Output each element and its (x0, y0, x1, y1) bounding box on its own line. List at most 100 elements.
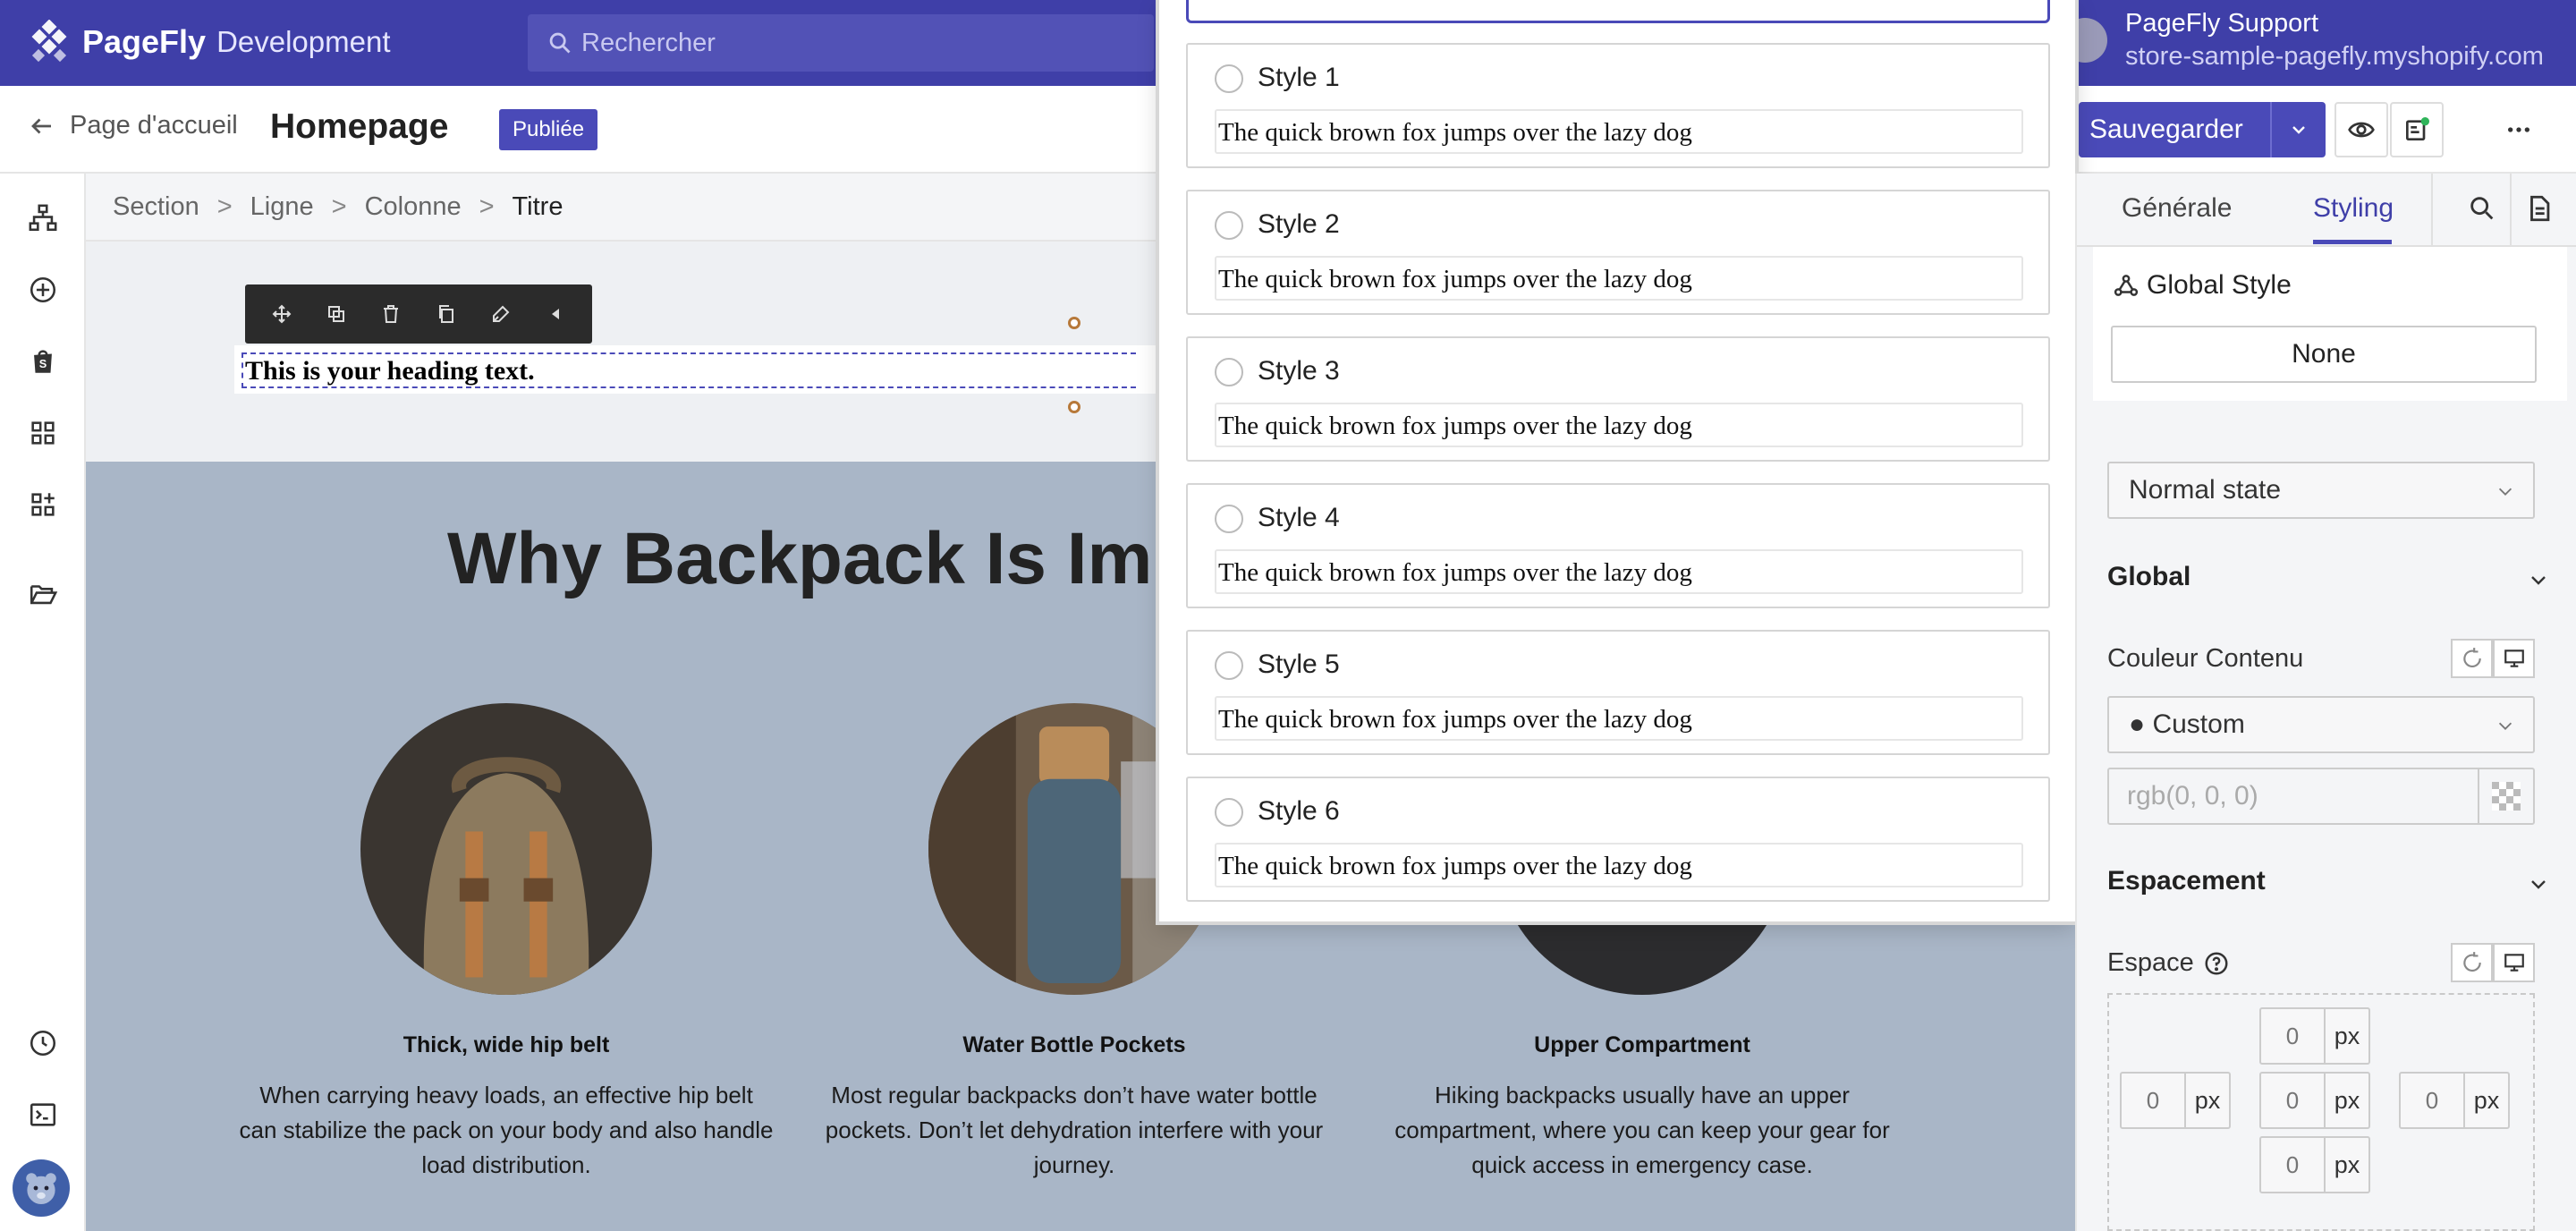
document-icon (2530, 195, 2550, 222)
transparent-swatch-icon (2492, 782, 2521, 811)
padding-input[interactable] (2261, 1074, 2324, 1127)
margin-top-input[interactable] (2261, 1009, 2324, 1063)
eye-icon (2348, 122, 2375, 138)
account-menu[interactable]: PageFly Support store-sample-pagefly.mys… (2063, 9, 2544, 72)
state-select[interactable]: Normal state (2107, 462, 2535, 519)
feature-title: Upper Compartment (1534, 1032, 1750, 1057)
global-section-header[interactable]: Global (2107, 562, 2555, 592)
chevron-right-icon: > (216, 191, 233, 221)
resize-handle-top[interactable] (1068, 317, 1080, 329)
style-option[interactable]: Style 2 The quick brown fox jumps over t… (1186, 190, 2050, 315)
chevron-down-icon (2498, 488, 2512, 496)
color-value-field (2107, 768, 2535, 825)
style-radio[interactable] (1215, 651, 1243, 680)
shopify-elements-button[interactable]: S (25, 344, 61, 379)
spacing-section-header[interactable]: Espacement (2107, 866, 2555, 896)
global-style-title: Global Style (2113, 270, 2292, 301)
reset-button[interactable] (2451, 943, 2493, 982)
duplicate-icon[interactable] (326, 303, 347, 325)
pagefly-logo[interactable]: PageFly Development (27, 20, 391, 64)
help-circle-icon[interactable] (2203, 950, 2230, 977)
breadcrumb-column[interactable]: Colonne (365, 192, 462, 222)
account-name: PageFly Support (2125, 9, 2319, 38)
more-options-button[interactable] (2492, 102, 2546, 157)
heading-element[interactable]: This is your heading text. (234, 345, 1245, 394)
margin-left-input[interactable] (2122, 1074, 2184, 1127)
search-input[interactable] (581, 28, 1118, 58)
tab-general[interactable]: Générale (2122, 193, 2232, 224)
back-to-home-link[interactable]: Page d'accueil (29, 111, 238, 140)
margin-right-input[interactable] (2401, 1074, 2463, 1127)
feature-image[interactable] (360, 703, 652, 995)
device-desktop-button[interactable] (2493, 639, 2535, 678)
user-avatar[interactable] (13, 1159, 70, 1217)
style-name: Style 1 (1258, 63, 1340, 92)
feature-column[interactable]: Thick, wide hip belt When carrying heavy… (238, 703, 775, 1183)
copy-icon[interactable] (436, 303, 457, 325)
publish-status-button[interactable] (2390, 102, 2444, 157)
element-toolbar (245, 284, 592, 344)
global-style-selector[interactable]: None (2111, 326, 2537, 383)
heading-text[interactable]: This is your heading text. (242, 352, 1136, 388)
sections-button[interactable] (25, 415, 61, 451)
style-picker-search-field[interactable] (1186, 0, 2050, 23)
spacing-section-title: Espacement (2107, 866, 2266, 896)
media-library-button[interactable] (25, 576, 61, 612)
preview-button[interactable] (2334, 102, 2388, 157)
style-radio[interactable] (1215, 798, 1243, 827)
style-name: Style 4 (1258, 503, 1340, 532)
color-swatch-button[interactable] (2478, 769, 2533, 823)
history-button[interactable] (25, 1025, 61, 1061)
margin-bottom-input[interactable] (2261, 1138, 2324, 1192)
style-radio[interactable] (1215, 64, 1243, 93)
move-icon[interactable] (271, 303, 292, 325)
section-title[interactable]: Why Backpack Is Impor (447, 517, 1271, 601)
unit-label: px (2184, 1074, 2229, 1127)
code-editor-button[interactable] (25, 1097, 61, 1133)
add-element-button[interactable] (25, 272, 61, 308)
style-name: Style 3 (1258, 356, 1340, 386)
spacing-actions (2451, 943, 2535, 982)
trash-icon[interactable] (380, 303, 402, 325)
style-option[interactable]: Style 3 The quick brown fox jumps over t… (1186, 336, 2050, 462)
style-option[interactable]: Style 6 The quick brown fox jumps over t… (1186, 777, 2050, 902)
global-style-icon (2114, 275, 2139, 296)
color-mode-select[interactable]: ● Custom (2107, 696, 2535, 753)
style-radio[interactable] (1215, 211, 1243, 240)
layers-button[interactable] (25, 200, 61, 236)
tab-divider (2510, 174, 2512, 247)
caret-left-icon[interactable] (545, 303, 566, 325)
style-name: Style 5 (1258, 649, 1340, 679)
style-option[interactable]: Style 4 The quick brown fox jumps over t… (1186, 483, 2050, 608)
breadcrumb-section[interactable]: Section (113, 192, 199, 222)
reset-button[interactable] (2451, 639, 2493, 678)
search-icon (2470, 197, 2494, 220)
margin-right-field: px (2399, 1072, 2510, 1129)
apps-button[interactable] (25, 487, 61, 522)
element-breadcrumb: Section > Ligne > Colonne > Titre (86, 174, 1181, 242)
resize-handle-bottom[interactable] (1068, 401, 1080, 413)
style-name: Style 2 (1258, 209, 1340, 239)
color-value-input[interactable] (2109, 769, 2478, 823)
clock-icon (30, 1030, 56, 1057)
chevron-down-icon (2498, 722, 2512, 730)
style-brush-icon[interactable] (490, 303, 512, 325)
breadcrumb-heading[interactable]: Titre (513, 192, 564, 222)
save-options-dropdown[interactable] (2269, 102, 2326, 157)
tab-styling[interactable]: Styling (2313, 193, 2394, 224)
style-radio[interactable] (1215, 358, 1243, 386)
search-settings-button[interactable] (2467, 193, 2499, 225)
style-option[interactable]: Style 5 The quick brown fox jumps over t… (1186, 630, 2050, 755)
save-button[interactable]: Sauvegarder (2079, 115, 2270, 145)
page-settings-button[interactable] (2524, 193, 2556, 225)
global-search[interactable] (528, 14, 1154, 72)
style-option[interactable]: Style 1 The quick brown fox jumps over t… (1186, 43, 2050, 168)
device-desktop-button[interactable] (2493, 943, 2535, 982)
margin-left-field: px (2120, 1072, 2231, 1129)
breadcrumb-row[interactable]: Ligne (250, 192, 314, 222)
style-radio[interactable] (1215, 505, 1243, 533)
active-tab-indicator (2313, 240, 2392, 244)
left-toolbar: S (0, 174, 86, 1231)
style-preview: The quick brown fox jumps over the lazy … (1215, 696, 2023, 741)
brand-name: PageFly (82, 23, 207, 60)
